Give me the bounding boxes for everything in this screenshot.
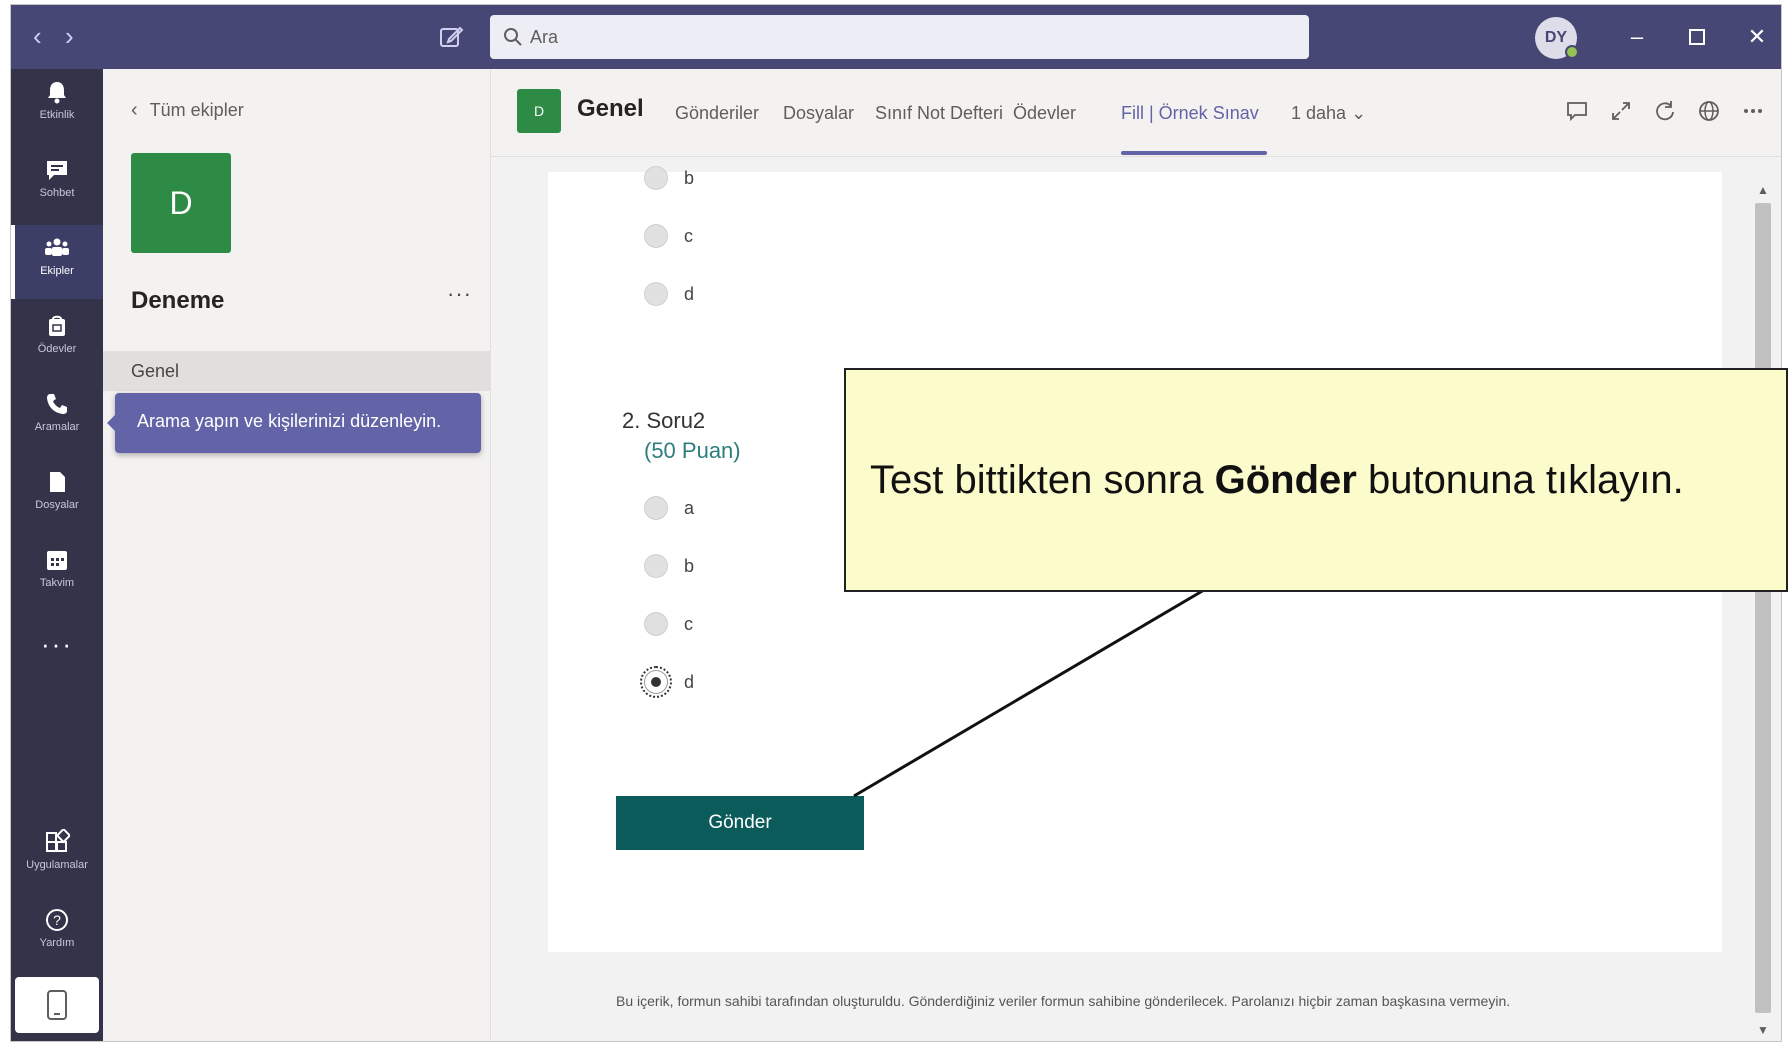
- chevron-left-icon: ‹: [131, 99, 138, 121]
- scroll-up-icon[interactable]: ▲: [1755, 183, 1771, 197]
- rail-item-apps[interactable]: Uygulamalar: [11, 819, 103, 893]
- more-icon[interactable]: [1739, 97, 1767, 125]
- team-panel: ‹ Tüm ekipler D Deneme ··· Genel Arama ya…: [103, 69, 491, 1041]
- search-placeholder: Ara: [530, 27, 559, 47]
- rail-item-help[interactable]: ? Yardım: [11, 897, 103, 971]
- tooltip-text: Arama yapın ve kişilerinizi düzenleyin.: [137, 411, 442, 431]
- close-icon[interactable]: ✕: [1743, 23, 1771, 51]
- rail-label: Uygulamalar: [26, 859, 88, 871]
- rail-item-calls[interactable]: Aramalar: [11, 381, 103, 455]
- callout-box: Test bittikten sonra Gönder butonuna tık…: [844, 368, 1788, 592]
- radio-button[interactable]: [644, 282, 668, 306]
- rail-item-chat[interactable]: Sohbet: [11, 147, 103, 221]
- assignments-icon: [49, 315, 65, 336]
- radio-button[interactable]: [644, 166, 668, 190]
- team-name: Deneme: [131, 287, 225, 314]
- rail-label: Yardım: [39, 937, 75, 949]
- option-label: d: [684, 284, 695, 304]
- channel-avatar: D: [517, 89, 561, 133]
- channel-title: Genel: [577, 95, 644, 122]
- callout-text-before: Test bittikten sonra: [870, 458, 1215, 502]
- app-rail: Etkinlik Sohbet Ekipler Ödevler Aramalar…: [11, 69, 103, 1041]
- team-avatar: D: [131, 153, 231, 253]
- tab-files[interactable]: Dosyalar: [783, 103, 854, 124]
- submit-button[interactable]: Gönder: [616, 796, 864, 850]
- rail-item-files[interactable]: Dosyalar: [11, 459, 103, 533]
- option-label: c: [684, 226, 693, 246]
- mobile-download-button[interactable]: [15, 977, 99, 1033]
- tab-more-label: 1 daha: [1291, 103, 1347, 123]
- tab-forms-quiz[interactable]: Fill | Örnek Sınav: [1121, 103, 1259, 124]
- radio-button[interactable]: [644, 224, 668, 248]
- svg-text:?: ?: [53, 912, 61, 928]
- radio-button[interactable]: [644, 554, 668, 578]
- rail-label: Dosyalar: [35, 499, 79, 511]
- question-points: (50 Puan): [644, 438, 741, 463]
- all-teams-link[interactable]: ‹ Tüm ekipler: [131, 99, 244, 122]
- channel-header: D Genel Gönderiler Dosyalar Sınıf Not De…: [491, 69, 1781, 157]
- option-label: c: [684, 614, 693, 634]
- search-box[interactable]: Ara: [490, 15, 1309, 59]
- more-apps-button[interactable]: ···: [11, 629, 103, 660]
- tab-more[interactable]: 1 daha ⌄: [1291, 103, 1366, 124]
- rail-label: Takvim: [39, 577, 75, 589]
- rail-item-assignments[interactable]: Ödevler: [11, 303, 103, 377]
- question-title: 2. Soru2: [622, 408, 706, 433]
- conversation-icon[interactable]: [1563, 97, 1591, 125]
- presence-indicator: [1565, 45, 1579, 59]
- tab-class-notebook[interactable]: Sınıf Not Defteri: [875, 103, 1003, 124]
- tab-posts[interactable]: Gönderiler: [675, 103, 759, 124]
- globe-icon[interactable]: [1695, 97, 1723, 125]
- chat-icon: [47, 161, 67, 180]
- channel-item-genel[interactable]: Genel: [103, 351, 491, 391]
- form-disclaimer: Bu içerik, formun sahibi tarafından oluş…: [616, 993, 1511, 1009]
- apps-icon: [46, 829, 70, 852]
- rail-label: Ekipler: [40, 265, 74, 277]
- tab-assignments[interactable]: Ödevler: [1013, 103, 1076, 124]
- active-tab-indicator: [1121, 151, 1267, 155]
- compose-icon[interactable]: [437, 23, 465, 51]
- chevron-left-icon[interactable]: ‹: [33, 23, 42, 49]
- rail-label: Aramalar: [34, 421, 80, 433]
- maximize-icon[interactable]: [1683, 23, 1711, 51]
- rail-item-calendar[interactable]: Takvim: [11, 537, 103, 611]
- file-icon: [50, 472, 65, 492]
- chevron-down-icon: ⌄: [1351, 103, 1367, 123]
- rail-label: Ödevler: [37, 343, 77, 355]
- refresh-icon[interactable]: [1651, 97, 1679, 125]
- option-label: a: [684, 498, 695, 518]
- minimize-icon[interactable]: –: [1623, 23, 1651, 51]
- chevron-right-icon[interactable]: ›: [65, 23, 74, 49]
- expand-icon[interactable]: [1607, 97, 1635, 125]
- rail-label: Etkinlik: [39, 109, 75, 121]
- option-label: b: [684, 556, 695, 576]
- title-bar: ‹ › Ara DY – ✕: [11, 5, 1781, 69]
- search-icon: [504, 28, 522, 46]
- callout-text: Test bittikten sonra Gönder butonuna tık…: [870, 458, 1684, 503]
- option-label: b: [684, 168, 695, 188]
- radio-button[interactable]: [644, 612, 668, 636]
- help-icon: ?: [46, 909, 68, 931]
- tooltip: Arama yapın ve kişilerinizi düzenleyin.: [107, 393, 481, 453]
- mobile-device-icon: [47, 990, 67, 1020]
- scrollbar[interactable]: ▲ ▼: [1751, 177, 1775, 1041]
- rail-item-teams[interactable]: Ekipler: [11, 225, 103, 299]
- bell-icon: [48, 82, 66, 104]
- rail-label: Sohbet: [39, 187, 75, 199]
- callout-text-after: butonuna tıklayın.: [1356, 458, 1684, 502]
- scroll-down-icon[interactable]: ▼: [1755, 1023, 1771, 1037]
- scroll-thumb[interactable]: [1755, 203, 1771, 1013]
- radio-button[interactable]: [644, 496, 668, 520]
- phone-icon: [47, 394, 67, 414]
- rail-item-activity[interactable]: Etkinlik: [11, 69, 103, 143]
- teams-icon: [45, 238, 69, 256]
- more-options-icon[interactable]: ···: [447, 281, 472, 307]
- all-teams-label: Tüm ekipler: [149, 100, 244, 120]
- calendar-icon: [47, 551, 67, 570]
- channel-label: Genel: [131, 361, 180, 381]
- radio-button-selected[interactable]: [640, 666, 672, 698]
- option-label: d: [684, 672, 695, 692]
- callout-text-bold: Gönder: [1214, 458, 1357, 502]
